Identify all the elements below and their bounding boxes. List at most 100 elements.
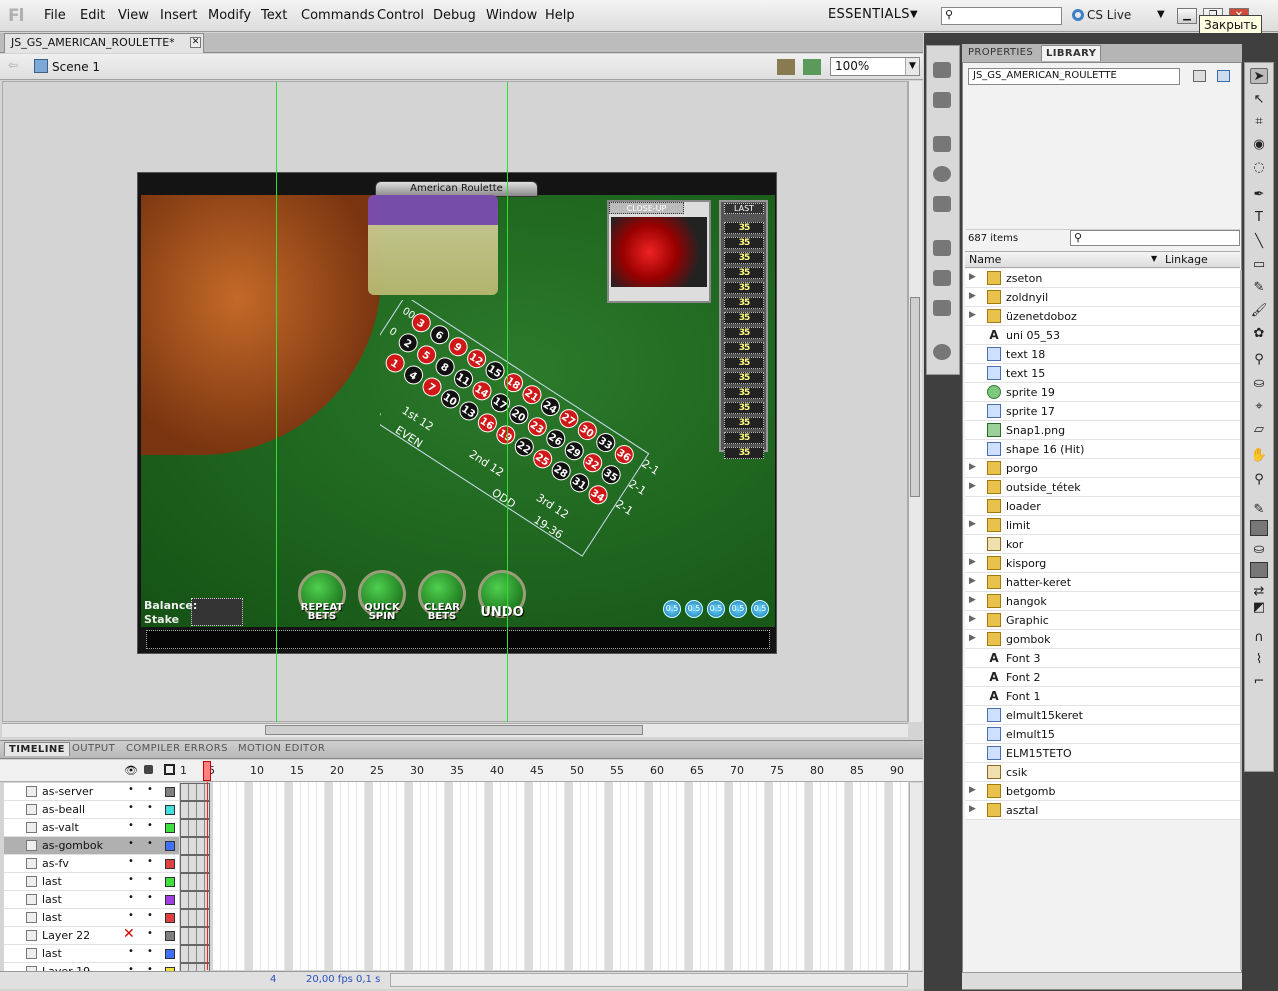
lock-dot[interactable]: •	[147, 874, 153, 885]
lock-dot[interactable]: •	[147, 856, 153, 867]
brush-tool-icon[interactable]: 🖌	[1250, 303, 1268, 319]
sort-arrow-icon[interactable]: ▼	[1151, 254, 1157, 263]
visibility-dot[interactable]: •	[128, 892, 134, 903]
keyframes[interactable]	[180, 909, 210, 927]
library-item[interactable]: ▶ limit	[965, 516, 1240, 535]
layer-name[interactable]: as-valt	[42, 821, 79, 834]
keyframes[interactable]	[180, 927, 210, 945]
outside-bet-label[interactable]: 2nd 12	[467, 447, 506, 479]
layer-color-swatch[interactable]	[165, 931, 175, 941]
fill-swatch-icon[interactable]	[1250, 562, 1268, 578]
deco-tool-icon[interactable]: ✿	[1250, 326, 1268, 342]
library-item[interactable]: ▶ kisporg	[965, 554, 1240, 573]
color-panel-icon[interactable]	[933, 62, 951, 78]
expand-arrow-icon[interactable]: ▶	[969, 614, 976, 624]
library-item[interactable]: sprite 17	[965, 402, 1240, 421]
layer-row[interactable]: as-gombok • •	[4, 837, 179, 855]
chip-selector[interactable]: 0.5	[751, 600, 769, 618]
library-item[interactable]: ▶ zseton	[965, 269, 1240, 288]
layer-color-swatch[interactable]	[165, 787, 175, 797]
layer-color-swatch[interactable]	[165, 877, 175, 887]
new-library-icon[interactable]	[1217, 70, 1230, 82]
code-snippets-icon[interactable]	[933, 240, 951, 256]
scrollbar-thumb[interactable]	[910, 297, 920, 497]
snap-magnet-icon[interactable]: ∩	[1250, 630, 1268, 646]
tab-motion-editor[interactable]: MOTION EDITOR	[234, 742, 329, 755]
library-item[interactable]: ▶ üzenetdoboz	[965, 307, 1240, 326]
fill-color-icon[interactable]: ⛀	[1250, 542, 1268, 558]
lock-dot[interactable]: •	[147, 892, 153, 903]
components-icon[interactable]	[933, 270, 951, 286]
library-document-select[interactable]: JS_GS_AMERICAN_ROULETTE	[968, 68, 1180, 85]
text-tool-icon[interactable]: T	[1250, 210, 1268, 226]
expand-arrow-icon[interactable]: ▶	[969, 462, 976, 472]
cs-live-button[interactable]: CS Live	[1072, 8, 1131, 22]
library-item[interactable]: shape 16 (Hit)	[965, 440, 1240, 459]
outside-bet-label[interactable]: ODD	[489, 486, 518, 511]
layer-row[interactable]: Layer 22 ✕ •	[4, 926, 179, 945]
expand-arrow-icon[interactable]: ▶	[969, 291, 976, 301]
edit-scene-icon[interactable]	[777, 59, 795, 75]
selection-tool-icon[interactable]: ➤	[1250, 68, 1268, 84]
rectangle-tool-icon[interactable]: ▭	[1250, 257, 1268, 273]
scrollbar-thumb[interactable]	[265, 725, 643, 735]
layer-color-swatch[interactable]	[165, 913, 175, 923]
layer-name[interactable]: last	[42, 893, 62, 906]
visibility-dot[interactable]: •	[128, 838, 134, 849]
scene-breadcrumb[interactable]: Scene 1	[52, 60, 100, 74]
visibility-dot[interactable]: •	[128, 910, 134, 921]
tab-properties[interactable]: PROPERTIES	[964, 45, 1037, 60]
menu-window[interactable]: Window	[486, 8, 537, 23]
layer-color-swatch[interactable]	[165, 895, 175, 905]
library-item[interactable]: ▶ outside_tétek	[965, 478, 1240, 497]
layer-row[interactable]: as-fv • •	[4, 855, 179, 873]
tab-compiler-errors[interactable]: COMPILER ERRORS	[122, 742, 232, 755]
library-item[interactable]: kor	[965, 535, 1240, 554]
layer-row[interactable]: last • •	[4, 891, 179, 909]
keyframes[interactable]	[180, 891, 210, 909]
chip-selector[interactable]: 0.5	[663, 600, 681, 618]
library-item[interactable]: text 15	[965, 364, 1240, 383]
menu-view[interactable]: View	[118, 8, 149, 23]
edit-symbols-icon[interactable]	[803, 59, 821, 75]
chip-selector[interactable]: 0.5	[685, 600, 703, 618]
zoom-tool-icon[interactable]: ⚲	[1250, 472, 1268, 488]
library-item[interactable]: ▶ betgomb	[965, 782, 1240, 801]
default-colors-icon[interactable]: ◩	[1250, 600, 1268, 616]
visibility-dot[interactable]: •	[128, 820, 134, 831]
close-tab-icon[interactable]: ✕	[190, 37, 201, 48]
layer-row[interactable]: last • •	[4, 873, 179, 891]
outside-bet-label[interactable]: 2-1	[639, 457, 661, 478]
expand-arrow-icon[interactable]: ▶	[969, 785, 976, 795]
document-tab[interactable]: JS_GS_AMERICAN_ROULETTE*	[4, 33, 204, 53]
layer-name[interactable]: last	[42, 875, 62, 888]
library-item[interactable]: A Font 3	[965, 649, 1240, 668]
tab-library[interactable]: LIBRARY	[1041, 45, 1102, 61]
outside-bet-label[interactable]: 2-1	[613, 497, 635, 518]
straighten-icon[interactable]: ⌐	[1250, 674, 1268, 690]
game-button-label[interactable]: REPEAT BETS	[292, 603, 352, 622]
expand-arrow-icon[interactable]: ▶	[969, 633, 976, 643]
stroke-swatch-icon[interactable]	[1250, 520, 1268, 536]
library-item[interactable]: sprite 19	[965, 383, 1240, 402]
library-item[interactable]: A Font 1	[965, 687, 1240, 706]
lock-icon[interactable]	[144, 765, 153, 774]
workspace-switcher[interactable]: ESSENTIALS	[828, 7, 910, 22]
hidden-x-icon[interactable]: ✕	[123, 926, 135, 942]
swap-colors-icon[interactable]: ⇄	[1250, 584, 1268, 600]
menu-debug[interactable]: Debug	[433, 8, 476, 23]
menu-edit[interactable]: Edit	[80, 8, 105, 23]
back-arrow-icon[interactable]: ⇦	[8, 58, 18, 72]
history-icon[interactable]	[933, 344, 951, 360]
tab-output[interactable]: OUTPUT	[68, 742, 119, 755]
visibility-dot[interactable]: •	[128, 802, 134, 813]
layer-row[interactable]: as-server • •	[4, 783, 179, 801]
library-item[interactable]: csik	[965, 763, 1240, 782]
chevron-down-icon[interactable]: ▼	[1157, 9, 1165, 20]
guide-line[interactable]	[507, 82, 508, 722]
expand-arrow-icon[interactable]: ▶	[969, 310, 976, 320]
keyframes[interactable]	[180, 855, 210, 873]
menu-modify[interactable]: Modify	[208, 8, 251, 23]
library-item[interactable]: Snap1.png	[965, 421, 1240, 440]
game-button-label[interactable]: UNDO	[472, 606, 532, 619]
